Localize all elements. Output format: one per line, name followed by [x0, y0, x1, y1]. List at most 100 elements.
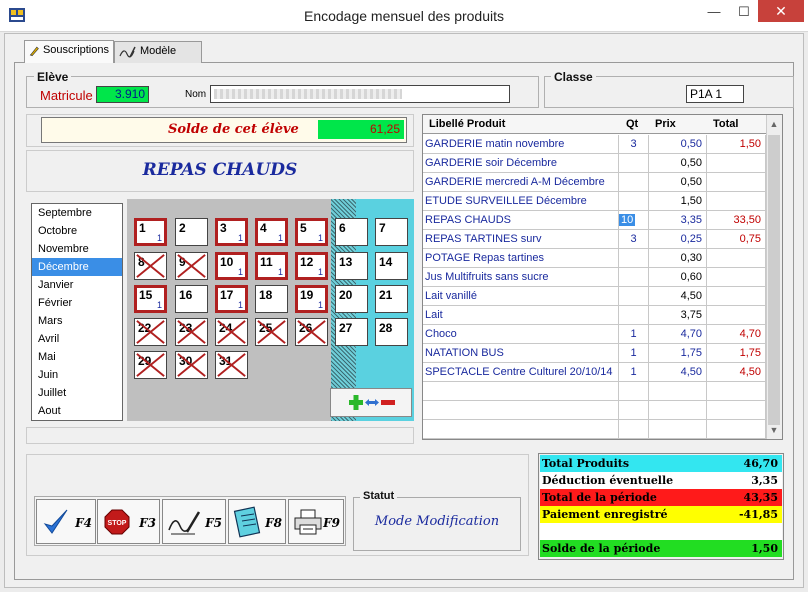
table-row[interactable]: Choco 1 4,70 4,70: [423, 325, 766, 344]
table-row[interactable]: Lait vanillé 4,50: [423, 287, 766, 306]
close-button[interactable]: ✕: [758, 0, 804, 22]
month-item[interactable]: Octobre: [32, 222, 122, 240]
table-row[interactable]: REPAS CHAUDS 10 3,35 33,50: [423, 211, 766, 230]
table-row[interactable]: [423, 401, 766, 420]
calendar-day[interactable]: 14: [375, 252, 408, 280]
tab-souscriptions[interactable]: Souscriptions: [24, 40, 114, 63]
cell-qt[interactable]: 3: [619, 230, 649, 249]
tab-modele[interactable]: Modèle: [114, 41, 202, 63]
calendar-day[interactable]: 24: [215, 318, 248, 346]
month-item[interactable]: Septembre: [32, 204, 122, 222]
table-row[interactable]: REPAS TARTINES surv 3 0,25 0,75: [423, 230, 766, 249]
stop-f3-button[interactable]: STOP F3: [97, 499, 160, 544]
calendar-day[interactable]: 28: [375, 318, 408, 346]
calendar-day[interactable]: 26: [295, 318, 328, 346]
calendar-day[interactable]: 7: [375, 218, 408, 246]
cell-qt[interactable]: [619, 287, 649, 306]
cell-qt[interactable]: [619, 382, 649, 401]
cell-qt[interactable]: 1: [619, 363, 649, 382]
col-total-header[interactable]: Total: [713, 118, 738, 130]
calendar-day[interactable]: 30: [175, 351, 208, 379]
calendar-day[interactable]: 51: [295, 218, 328, 246]
scroll-thumb[interactable]: [768, 135, 780, 425]
month-list[interactable]: Septembre Octobre Novembre Décembre Janvier F…: [31, 203, 123, 421]
month-item[interactable]: Décembre: [32, 258, 122, 276]
notes-f8-button[interactable]: F8: [228, 499, 286, 544]
calendar-day[interactable]: 2: [175, 218, 208, 246]
add-remove-button[interactable]: [330, 388, 412, 417]
calendar-day[interactable]: 41: [255, 218, 288, 246]
cell-qt[interactable]: 3: [619, 135, 649, 154]
maximize-button[interactable]: ☐: [730, 4, 758, 26]
cell-qt[interactable]: [619, 401, 649, 420]
calendar-day[interactable]: 21: [375, 285, 408, 313]
calendar-day[interactable]: 29: [134, 351, 167, 379]
table-row[interactable]: NATATION BUS 1 1,75 1,75: [423, 344, 766, 363]
sign-f5-button[interactable]: F5: [162, 499, 226, 544]
cell-qt[interactable]: [619, 154, 649, 173]
calendar-day[interactable]: 25: [255, 318, 288, 346]
month-item[interactable]: Mars: [32, 312, 122, 330]
calendar-day[interactable]: 20: [335, 285, 368, 313]
calendar-day[interactable]: 19 1: [295, 285, 328, 313]
calendar-day[interactable]: 13: [335, 252, 368, 280]
col-qt-header[interactable]: Qt: [626, 118, 638, 130]
cell-total: [707, 249, 766, 268]
month-item[interactable]: Février: [32, 294, 122, 312]
calendar-day[interactable]: 15 1: [134, 285, 167, 313]
cell-qt[interactable]: [619, 249, 649, 268]
table-row[interactable]: SPECTACLE Centre Culturel 20/10/14 1 4,50 4…: [423, 363, 766, 382]
month-item[interactable]: Juin: [32, 366, 122, 384]
calendar-day[interactable]: 18: [255, 285, 288, 313]
calendar-day[interactable]: 10 1: [215, 252, 248, 280]
calendar-day[interactable]: 31: [215, 351, 248, 379]
cell-libelle: Jus Multifruits sans sucre: [423, 268, 619, 287]
table-row[interactable]: [423, 420, 766, 439]
table-row[interactable]: ETUDE SURVEILLEE Décembre 1,50: [423, 192, 766, 211]
calendar-day[interactable]: 12 1: [295, 252, 328, 280]
totals-label: Solde de la période: [542, 542, 661, 555]
col-libelle-header[interactable]: Libellé Produit: [429, 118, 505, 130]
month-item[interactable]: Mai: [32, 348, 122, 366]
cell-qt[interactable]: 1: [619, 344, 649, 363]
table-row[interactable]: POTAGE Repas tartines 0,30: [423, 249, 766, 268]
scroll-up-arrow-icon[interactable]: ▲: [766, 115, 782, 133]
month-item[interactable]: Aout: [32, 402, 122, 420]
calendar-day[interactable]: 11 1: [255, 252, 288, 280]
cell-qt[interactable]: 10: [619, 211, 649, 230]
calendar-day[interactable]: 22: [134, 318, 167, 346]
classe-field[interactable]: P1A 1: [686, 85, 744, 103]
month-item[interactable]: Juillet: [32, 384, 122, 402]
validate-f4-button[interactable]: F4: [36, 499, 96, 544]
calendar-day[interactable]: 27: [335, 318, 368, 346]
cell-qt[interactable]: 1: [619, 325, 649, 344]
cell-qt[interactable]: [619, 192, 649, 211]
matricule-field[interactable]: 3.910: [96, 86, 149, 103]
table-row[interactable]: GARDERIE matin novembre 3 0,50 1,50: [423, 135, 766, 154]
cell-qt[interactable]: [619, 306, 649, 325]
calendar-day[interactable]: 6: [335, 218, 368, 246]
calendar-day[interactable]: 11: [134, 218, 167, 246]
calendar-day[interactable]: 9: [175, 252, 208, 280]
month-item[interactable]: Novembre: [32, 240, 122, 258]
table-row[interactable]: Lait 3,75: [423, 306, 766, 325]
table-row[interactable]: GARDERIE soir Décembre 0,50: [423, 154, 766, 173]
cell-qt[interactable]: [619, 268, 649, 287]
print-f9-button[interactable]: F9: [288, 499, 344, 544]
scroll-down-arrow-icon[interactable]: ▼: [766, 421, 782, 439]
table-row[interactable]: [423, 382, 766, 401]
table-row[interactable]: Jus Multifruits sans sucre 0,60: [423, 268, 766, 287]
calendar-day[interactable]: 23: [175, 318, 208, 346]
calendar-day[interactable]: 16: [175, 285, 208, 313]
calendar-day[interactable]: 8: [134, 252, 167, 280]
cell-qt[interactable]: [619, 420, 649, 439]
calendar-day[interactable]: 31: [215, 218, 248, 246]
col-prix-header[interactable]: Prix: [655, 118, 676, 130]
table-row[interactable]: GARDERIE mercredi A-M Décembre 0,50: [423, 173, 766, 192]
month-item[interactable]: Avril: [32, 330, 122, 348]
month-item[interactable]: Janvier: [32, 276, 122, 294]
qt-edit-selection[interactable]: 10: [619, 214, 636, 226]
minimize-button[interactable]: —: [700, 4, 728, 26]
calendar-day[interactable]: 17 1: [215, 285, 248, 313]
cell-qt[interactable]: [619, 173, 649, 192]
